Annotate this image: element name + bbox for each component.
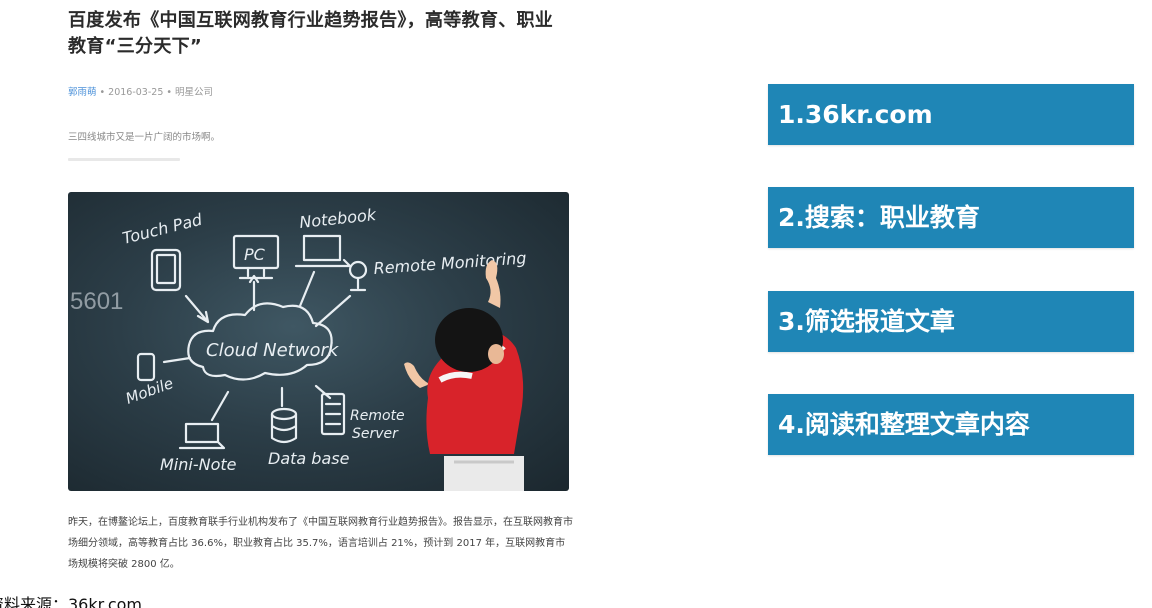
label-cloud: Cloud Network <box>206 340 340 361</box>
image-watermark: 5601 <box>70 288 124 315</box>
article-body: 昨天，在博鳌论坛上，百度教育联手行业机构发布了《中国互联网教育行业趋势报告》。报… <box>68 517 573 570</box>
label-touchpad: Touch Pad <box>120 210 204 248</box>
label-mininote: Mini-Note <box>160 455 237 474</box>
article-meta: 郭雨萌 • 2016-03-25 • 明星公司 <box>68 87 570 99</box>
step-3-box: 3.筛选报道文章 <box>768 291 1134 352</box>
author-link[interactable]: 郭雨萌 <box>68 87 97 98</box>
mobile-icon <box>136 352 156 382</box>
chalkboard-drawing: Touch Pad PC Notebook Remote Monitoring … <box>120 205 527 491</box>
notebook-icon <box>294 234 352 268</box>
step-1-box: 1.36kr.com <box>768 84 1134 145</box>
child-figure <box>404 260 524 491</box>
source-caption: 资料来源：36kr.com <box>0 595 142 608</box>
article: 百度发布《中国互联网教育行业趋势报告》，高等教育、职业教育“三分天下” 郭雨萌 … <box>68 8 570 161</box>
step-2-box: 2.搜索：职业教育 <box>768 187 1134 248</box>
meta-date-category: • 2016-03-25 • 明星公司 <box>96 87 214 98</box>
step-4-box: 4.阅读和整理文章内容 <box>768 394 1134 455</box>
label-database: Data base <box>268 449 350 468</box>
label-notebook: Notebook <box>298 205 377 232</box>
label-server: Server <box>352 426 399 442</box>
article-image: Touch Pad PC Notebook Remote Monitoring … <box>68 192 569 491</box>
camera-icon <box>348 260 368 280</box>
database-icon <box>270 407 298 421</box>
summary-divider <box>68 158 180 161</box>
article-summary: 三四线城市又是一片广阔的市场啊。 <box>68 132 221 143</box>
label-remote: Remote <box>350 408 405 424</box>
article-title: 百度发布《中国互联网教育行业趋势报告》，高等教育、职业教育“三分天下” <box>68 10 554 57</box>
label-remote-monitoring: Remote Monitoring <box>373 248 527 278</box>
mininote-icon <box>178 422 226 450</box>
label-pc: PC <box>244 245 266 264</box>
